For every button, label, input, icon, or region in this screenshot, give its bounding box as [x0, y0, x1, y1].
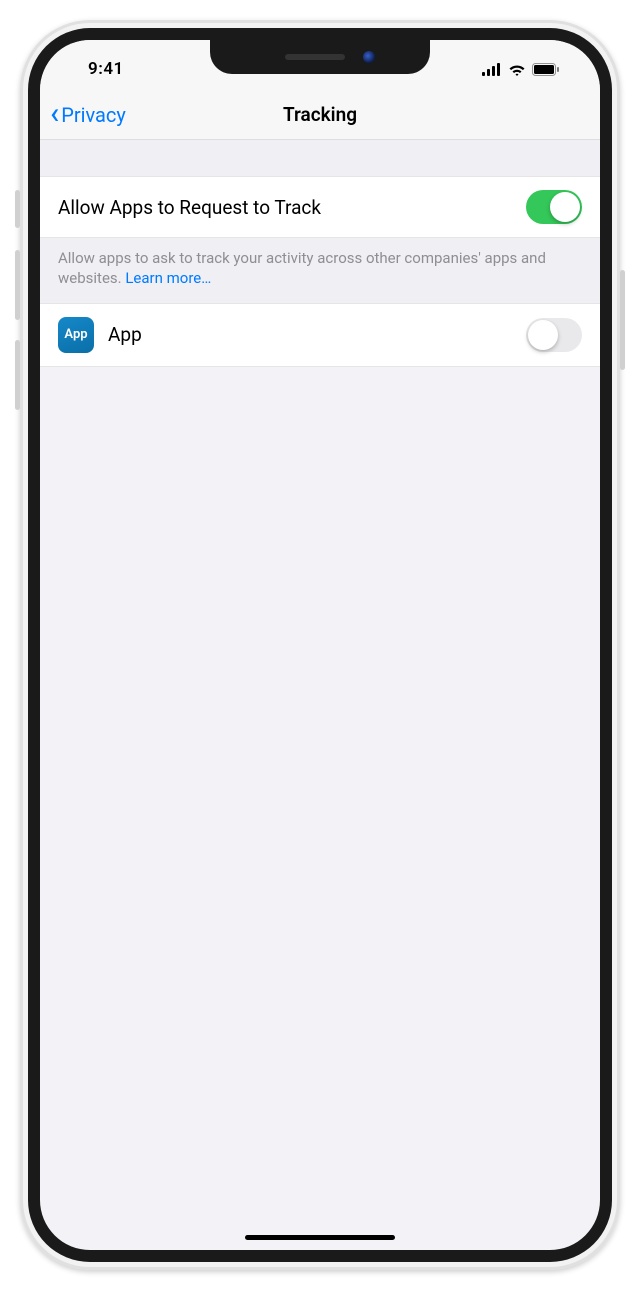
allow-tracking-toggle[interactable] [526, 190, 582, 224]
front-camera [363, 51, 375, 63]
volume-up-button [15, 250, 20, 320]
allow-tracking-row: Allow Apps to Request to Track [40, 176, 600, 238]
status-icons [482, 63, 570, 76]
app-tracking-toggle[interactable] [526, 318, 582, 352]
toggle-knob [550, 192, 580, 222]
volume-down-button [15, 340, 20, 410]
cellular-icon [482, 63, 502, 76]
status-time: 9:41 [70, 59, 124, 79]
back-label: Privacy [61, 103, 126, 127]
wifi-icon [508, 63, 526, 76]
chevron-left-icon: ‹ [50, 96, 59, 131]
allow-tracking-label: Allow Apps to Request to Track [58, 196, 321, 219]
power-button [620, 270, 625, 370]
app-icon-text: App [64, 327, 87, 342]
content-area: Allow Apps to Request to Track Allow app… [40, 140, 600, 367]
learn-more-link[interactable]: Learn more… [125, 269, 211, 287]
section-footer: Allow apps to ask to track your activity… [40, 238, 600, 303]
device-frame: 9:41 ‹ Privacy T [20, 20, 620, 1270]
home-indicator[interactable] [245, 1235, 395, 1240]
app-row: App App [40, 303, 600, 367]
speaker-grille [285, 54, 345, 60]
screen: 9:41 ‹ Privacy T [40, 40, 600, 1250]
toggle-knob [528, 320, 558, 350]
back-button[interactable]: ‹ Privacy [40, 99, 126, 131]
app-icon: App [58, 317, 94, 353]
battery-icon [532, 63, 560, 76]
app-name-label: App [108, 323, 142, 346]
notch [210, 40, 430, 74]
mute-switch [15, 190, 20, 228]
